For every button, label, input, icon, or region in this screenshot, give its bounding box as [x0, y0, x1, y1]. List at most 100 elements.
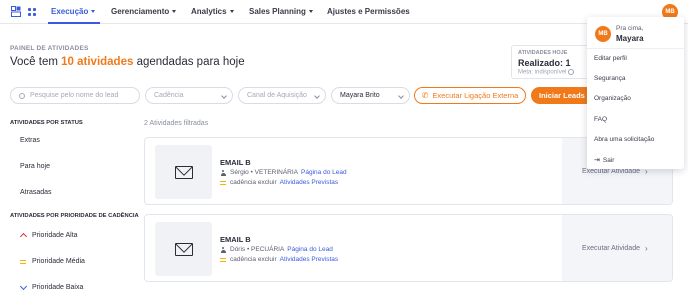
activity-title: EMAIL B	[220, 235, 251, 244]
menu-item-label: Sair	[602, 156, 615, 164]
stat-card-meta-text: Meta: indisponível	[518, 69, 567, 76]
external-call-button[interactable]: ✆ Executar Ligação Externa	[414, 87, 526, 104]
page-title-highlight: 10 atividades	[61, 56, 134, 68]
priority-item-label: Prioridade Baixa	[32, 284, 84, 291]
filtered-count: 2 Atividades filtradas	[144, 120, 209, 127]
activity-cadence-line: cadência excluir Atividades Previstas	[220, 179, 338, 186]
chevron-down-icon	[91, 10, 96, 14]
menu-item-label: FAQ	[594, 116, 608, 123]
menu-item-label: Segurança	[594, 75, 626, 82]
section-tag: PAINEL DE ATIVIDADES	[10, 45, 89, 52]
start-leads-button[interactable]: Iniciar Leads	[531, 87, 595, 104]
nav-execucao-label: Execução	[51, 7, 89, 16]
app-logo-icon[interactable]	[11, 6, 21, 17]
priority-medium-icon	[220, 180, 226, 185]
priority-item-label: Prioridade Média	[32, 258, 85, 265]
menu-item-label: Organização	[594, 95, 631, 102]
activity-thumbnail	[155, 145, 212, 199]
menu-item-label: Editar perfil	[594, 55, 627, 62]
priority-low-icon	[19, 282, 27, 290]
status-item-label: Extras	[20, 137, 40, 144]
activity-lead-line: Sérgio • VETERINÁRIA Página do Lead	[220, 169, 347, 176]
today-activities-card: ATIVIDADES HOJE Realizado: 1 Meta: indis…	[511, 45, 591, 79]
lead-page-link[interactable]: Página do Lead	[301, 169, 347, 176]
profile-dropdown-menu: MB Pra cima, Mayara Editar perfil Segura…	[587, 17, 684, 169]
activity-lead-line: Dóris • PECUÁRIA Página do Lead	[220, 246, 333, 253]
lead-page-link[interactable]: Página do Lead	[287, 246, 333, 253]
menu-item-open-ticket[interactable]: Abra uma solicitação	[594, 136, 654, 143]
nav-gerenciamento-label: Gerenciamento	[111, 7, 170, 16]
nav-sales-planning-label: Sales Planning	[249, 7, 306, 16]
top-navigation-bar: Execução Gerenciamento Analytics Sales P…	[0, 0, 688, 24]
external-call-label: Executar Ligação Externa	[432, 91, 519, 100]
avatar-initials: MB	[665, 9, 675, 15]
owner-value: Mayara Brito	[340, 92, 380, 99]
priority-heading: ATIVIDADES POR PRIORIDADE DE CADÊNCIA	[10, 213, 139, 219]
lead-search-input[interactable]: Pesquise pelo nome do lead	[10, 87, 140, 104]
nav-sales-planning[interactable]: Sales Planning	[249, 7, 313, 16]
logout-icon: ⇥	[594, 157, 600, 164]
priority-item-medium[interactable]: Prioridade Média	[20, 258, 85, 265]
chevron-down-icon	[172, 10, 177, 14]
planned-activities-link[interactable]: Atividades Previstas	[280, 179, 339, 186]
avatar-initials: MB	[598, 31, 608, 37]
apps-grid-icon[interactable]	[28, 8, 36, 16]
menu-item-organization[interactable]: Organização	[594, 95, 631, 102]
start-leads-label: Iniciar Leads	[539, 91, 585, 100]
nav-execucao[interactable]: Execução	[51, 7, 96, 16]
execute-activity-button[interactable]: Executar Atividade ›	[562, 215, 672, 281]
info-icon	[568, 69, 575, 75]
status-item-label: Atrasadas	[20, 189, 52, 196]
page-title: Você tem 10 atividades agendadas para ho…	[10, 56, 245, 68]
activity-thumbnail	[155, 222, 212, 276]
priority-item-high[interactable]: Prioridade Alta	[19, 231, 78, 241]
owner-select[interactable]: Mayara Brito	[331, 87, 410, 104]
nav-analytics[interactable]: Analytics	[191, 7, 234, 16]
activity-title: EMAIL B	[220, 158, 251, 167]
active-tab-indicator	[48, 22, 100, 24]
profile-menu-header: MB Pra cima, Mayara	[587, 17, 684, 49]
chevron-down-icon	[398, 93, 404, 99]
nav-ajustes-permissoes[interactable]: Ajustes e Permissões	[327, 7, 410, 16]
menu-item-edit-profile[interactable]: Editar perfil	[594, 55, 627, 62]
execute-activity-label: Executar Atividade	[582, 244, 640, 252]
acquisition-channel-select[interactable]: Canal de Aquisição	[238, 87, 326, 104]
status-heading: ATIVIDADES POR STATUS	[10, 120, 83, 126]
priority-high-icon	[19, 232, 27, 241]
activity-card[interactable]: EMAIL B Dóris • PECUÁRIA Página do Lead …	[144, 214, 673, 282]
stat-card-meta: Meta: indisponível	[518, 69, 584, 76]
channel-placeholder: Canal de Aquisição	[247, 92, 307, 99]
status-item-today[interactable]: Para hoje	[20, 163, 50, 170]
menu-item-logout[interactable]: ⇥ Sair	[594, 156, 615, 165]
planned-activities-link[interactable]: Atividades Previstas	[280, 256, 339, 263]
stat-card-label: ATIVIDADES HOJE	[518, 50, 568, 56]
envelope-icon	[174, 242, 193, 256]
priority-item-label: Prioridade Alta	[32, 231, 78, 239]
status-item-overdue[interactable]: Atrasadas	[20, 189, 52, 196]
menu-item-label: Abra uma solicitação	[594, 136, 655, 143]
priority-medium-icon	[20, 259, 26, 264]
page-title-prefix: Você tem	[10, 56, 62, 68]
nav-gerenciamento[interactable]: Gerenciamento	[111, 7, 177, 16]
activity-lead-info: Sérgio • VETERINÁRIA	[230, 169, 299, 176]
person-icon	[220, 246, 226, 253]
cadence-select[interactable]: Cadência	[145, 87, 233, 104]
activity-cadence: cadência excluir	[230, 256, 277, 263]
envelope-icon	[174, 165, 193, 179]
chevron-down-icon	[221, 93, 227, 99]
avatar: MB	[595, 26, 611, 42]
menu-item-security[interactable]: Segurança	[594, 75, 625, 82]
person-icon	[220, 169, 226, 176]
priority-item-low[interactable]: Prioridade Baixa	[19, 282, 84, 291]
priority-medium-icon	[220, 257, 226, 262]
search-icon	[19, 92, 25, 99]
status-item-extras[interactable]: Extras	[20, 137, 40, 144]
profile-name: Mayara	[616, 34, 644, 43]
chevron-down-icon	[308, 10, 313, 14]
activity-cadence-line: cadência excluir Atividades Previstas	[220, 256, 338, 263]
menu-item-faq[interactable]: FAQ	[594, 116, 607, 123]
chevron-down-icon	[314, 93, 320, 99]
activity-cadence: cadência excluir	[230, 179, 277, 186]
status-item-label: Para hoje	[20, 163, 50, 170]
profile-greeting: Pra cima,	[616, 25, 644, 32]
